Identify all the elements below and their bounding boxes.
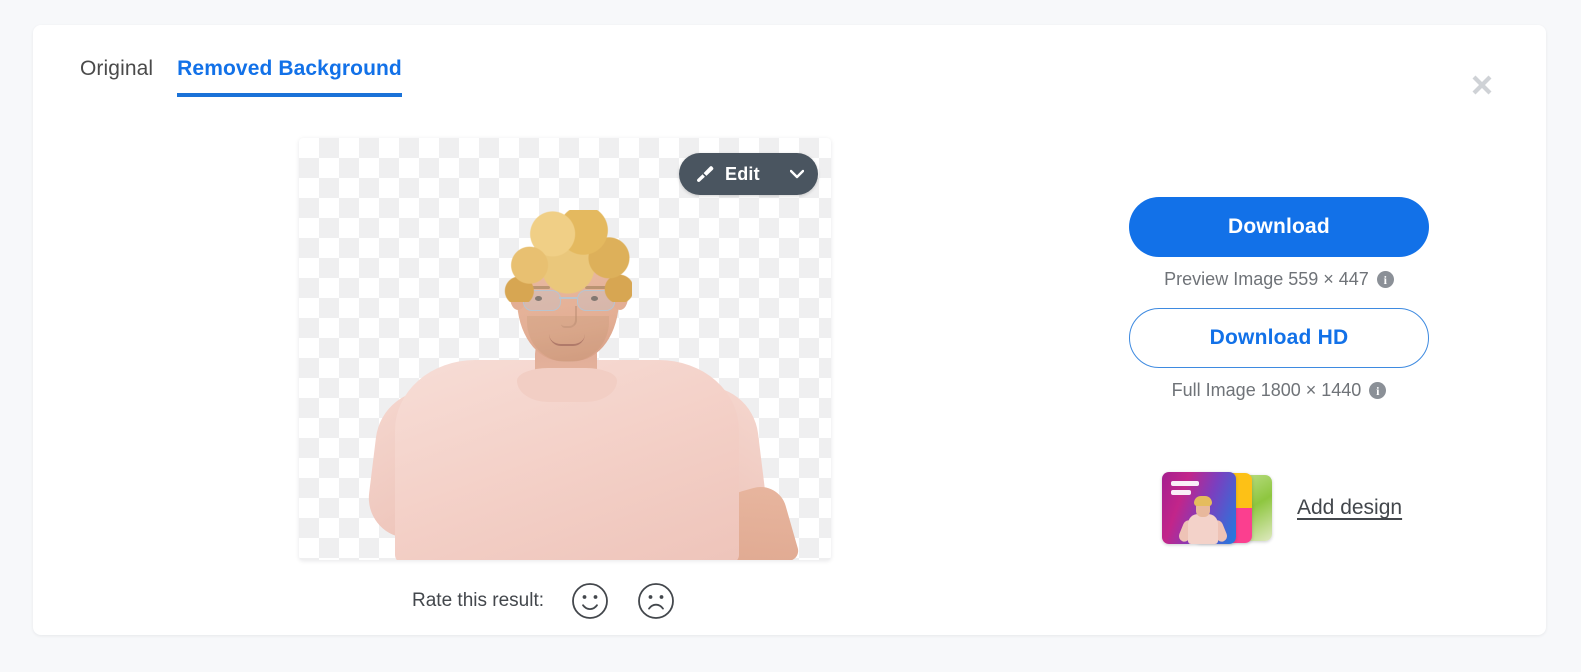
result-card: Original Removed Background Edit Rate th…	[33, 25, 1546, 635]
rating-label: Rate this result:	[412, 590, 544, 611]
download-hd-meta-label: Full Image 1800 × 1440	[1171, 380, 1362, 400]
add-design-row[interactable]: Add design	[1162, 472, 1402, 544]
design-thumb-front	[1162, 472, 1236, 544]
rate-negative-button[interactable]	[636, 581, 676, 621]
paintbrush-icon	[695, 164, 715, 184]
download-button[interactable]: Download	[1129, 197, 1429, 257]
frowny-face-icon	[637, 582, 675, 620]
smiley-face-icon	[571, 582, 609, 620]
download-meta-label: Preview Image 559 × 447	[1164, 269, 1369, 289]
rate-positive-button[interactable]	[570, 581, 610, 621]
design-template-thumbnails[interactable]	[1162, 472, 1275, 544]
app-root: Original Removed Background Edit Rate th…	[0, 0, 1581, 672]
close-icon	[1469, 72, 1495, 98]
download-meta: Preview Image 559 × 447 i	[1164, 269, 1394, 290]
view-tabs: Original Removed Background	[80, 57, 402, 97]
info-icon[interactable]: i	[1376, 271, 1394, 288]
edit-button[interactable]: Edit	[679, 153, 818, 195]
info-icon[interactable]: i	[1369, 382, 1387, 399]
download-hd-meta: Full Image 1800 × 1440 i	[1172, 380, 1387, 401]
tab-original[interactable]: Original	[80, 57, 153, 97]
tab-original-label: Original	[80, 57, 154, 80]
chevron-down-icon[interactable]	[789, 169, 804, 179]
tab-removed-background-label: Removed Background	[177, 57, 402, 80]
edit-button-label: Edit	[725, 163, 760, 184]
add-design-link[interactable]: Add design	[1297, 496, 1402, 520]
download-hd-button[interactable]: Download HD	[1129, 308, 1429, 368]
rating-row: Rate this result:	[412, 581, 676, 621]
cutout-image	[299, 138, 831, 560]
download-actions: Download Preview Image 559 × 447 i Downl…	[1129, 197, 1429, 401]
tab-removed-background[interactable]: Removed Background	[177, 57, 402, 97]
preview-canvas[interactable]	[299, 138, 831, 560]
close-button[interactable]	[1465, 68, 1499, 102]
